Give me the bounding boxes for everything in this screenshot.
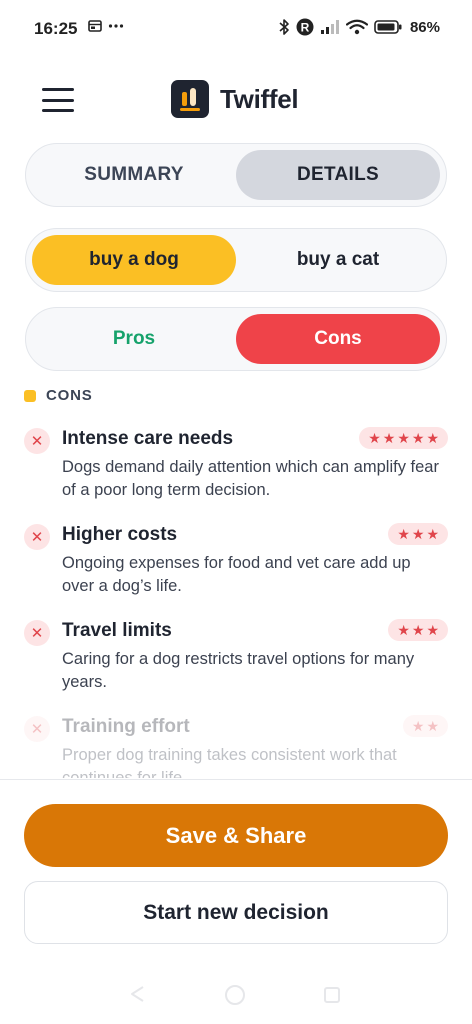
divider bbox=[0, 779, 472, 780]
recents-icon[interactable] bbox=[322, 985, 342, 1005]
con-title: Travel limits bbox=[62, 620, 172, 641]
battery-percentage: 86% bbox=[409, 18, 440, 36]
con-description: Dogs demand daily attention which can am… bbox=[62, 458, 439, 499]
section-header: CONS bbox=[24, 387, 93, 404]
status-left-icons bbox=[88, 20, 124, 32]
option-buy-a-dog[interactable]: buy a dog bbox=[32, 235, 236, 285]
option-buy-a-cat[interactable]: buy a cat bbox=[236, 235, 440, 285]
cons-toggle[interactable]: Cons bbox=[236, 314, 440, 364]
more-dots-icon bbox=[108, 24, 124, 28]
section-marker-icon bbox=[24, 389, 36, 402]
x-icon: ✕ bbox=[24, 524, 50, 550]
svg-text:R: R bbox=[301, 20, 310, 34]
list-item: ✕ Travel limits ★★★ Caring for a dog res… bbox=[24, 614, 448, 698]
status-bar: 16:25 R 86% bbox=[0, 0, 472, 60]
star-rating: ★★ bbox=[402, 715, 448, 737]
x-icon: ✕ bbox=[24, 428, 50, 454]
start-new-decision-button[interactable]: Start new decision bbox=[24, 881, 448, 944]
view-tabs: SUMMARY DETAILS bbox=[25, 143, 447, 207]
app-title: Twiffel bbox=[220, 83, 299, 114]
back-icon[interactable] bbox=[127, 984, 147, 1004]
battery-icon bbox=[374, 20, 402, 34]
star-rating: ★★★★★ bbox=[359, 427, 448, 449]
cons-list[interactable]: ✕ Intense care needs ★★★★★ Dogs demand d… bbox=[0, 418, 472, 778]
app-header: Twiffel bbox=[0, 76, 472, 124]
brand: Twiffel bbox=[171, 80, 299, 118]
home-icon[interactable] bbox=[224, 984, 246, 1006]
star-rating: ★★★ bbox=[388, 619, 448, 641]
con-title: Higher costs bbox=[62, 524, 178, 545]
bluetooth-icon bbox=[279, 19, 289, 35]
pros-toggle[interactable]: Pros bbox=[32, 314, 236, 364]
status-time: 16:25 bbox=[34, 19, 78, 38]
system-nav-bar bbox=[0, 980, 472, 1010]
pros-cons-switch: Pros Cons bbox=[25, 307, 447, 371]
option-switch: buy a dog buy a cat bbox=[25, 228, 447, 292]
con-title: Training effort bbox=[62, 716, 190, 737]
x-icon: ✕ bbox=[24, 716, 50, 742]
tab-details[interactable]: DETAILS bbox=[236, 150, 440, 200]
wifi-icon bbox=[345, 19, 368, 35]
hamburger-menu-icon[interactable] bbox=[42, 88, 74, 112]
tab-summary[interactable]: SUMMARY bbox=[32, 150, 236, 200]
screenshot-icon bbox=[88, 20, 102, 32]
section-title: CONS bbox=[46, 387, 93, 404]
twiffel-logo-icon bbox=[171, 80, 209, 118]
list-item: ✕ Higher costs ★★★ Ongoing expenses for … bbox=[24, 518, 448, 602]
signal-icon bbox=[320, 20, 339, 34]
status-right-icons: R 86% bbox=[279, 18, 440, 36]
con-description: Proper dog training takes consistent wor… bbox=[62, 746, 397, 778]
con-title: Intense care needs bbox=[62, 428, 234, 449]
list-item: ✕ Training effort ★★ Proper dog training… bbox=[24, 710, 448, 778]
list-item: ✕ Intense care needs ★★★★★ Dogs demand d… bbox=[24, 422, 448, 506]
r-badge-icon: R bbox=[296, 18, 314, 36]
star-rating: ★★★ bbox=[388, 523, 448, 545]
save-share-button[interactable]: Save & Share bbox=[24, 804, 448, 867]
con-description: Ongoing expenses for food and vet care a… bbox=[62, 554, 411, 595]
x-icon: ✕ bbox=[24, 620, 50, 646]
con-description: Caring for a dog restricts travel option… bbox=[62, 650, 415, 691]
